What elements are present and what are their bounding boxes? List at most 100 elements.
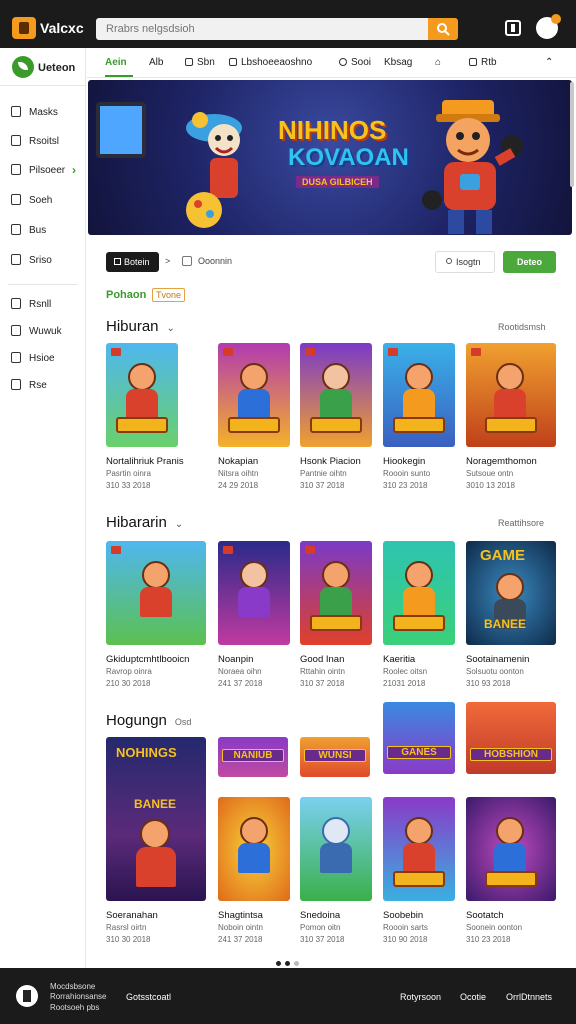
- app-title: Valcxc: [40, 20, 84, 36]
- sidebar-item-rse[interactable]: Rse: [0, 372, 86, 398]
- game-card-date: 21031 2018: [383, 679, 426, 688]
- game-thumbnail: [218, 343, 290, 447]
- flag-icon: [11, 352, 21, 363]
- sidebar-item-label: Soeh: [29, 195, 53, 206]
- game-card-title: Hiookegin: [383, 456, 426, 467]
- sidebar-item-soeh[interactable]: Soeh: [0, 187, 86, 213]
- tab-rtb-label: Rtb: [481, 57, 497, 68]
- game-thumbnail: [300, 541, 372, 645]
- hero-title-line1: NIHINOS: [278, 115, 387, 145]
- game-card-title: Shagtintsa: [218, 910, 263, 921]
- game-card-date: 241 37 2018: [218, 935, 263, 944]
- game-card-date: 310 37 2018: [300, 481, 345, 490]
- tab-aein[interactable]: Aein: [105, 57, 127, 68]
- section-title-1-label: Hiburan: [106, 318, 159, 335]
- home-icon: [11, 106, 21, 117]
- game-card-subtitle: Solsuotu oonton: [466, 667, 524, 676]
- footer-link[interactable]: OrrlDtnnets: [506, 992, 552, 1002]
- sidebar-item-label: Hsioe: [29, 353, 55, 364]
- sidebar-item-label: Rsoitsl: [29, 136, 60, 147]
- game-card-subtitle: Sutsoue ontn: [466, 469, 514, 478]
- tab-lbshoeeaoshno[interactable]: Lbshoeeaoshno: [229, 57, 312, 68]
- promo-banner[interactable]: NANIUB: [218, 737, 288, 777]
- section-title-2[interactable]: Hibararin ⌄: [106, 514, 183, 531]
- game-card-date: 3010 13 2018: [466, 481, 515, 490]
- sidebar-item-label: Rsnll: [29, 299, 52, 310]
- promo-banner[interactable]: HOBSHION: [466, 702, 556, 774]
- sidebar-item-pilsoeer[interactable]: Pilsoeer ›: [0, 157, 86, 183]
- popular-tag[interactable]: Tvone: [152, 288, 186, 302]
- search-button[interactable]: [428, 18, 458, 40]
- sidebar-item-label: Rse: [29, 380, 47, 391]
- promo-banner[interactable]: GANES: [383, 702, 455, 774]
- breadcrumb-separator: >: [165, 256, 171, 266]
- sort-button-label: Isogtn: [456, 257, 481, 267]
- featured-game-title-mid: BANEE: [134, 797, 177, 811]
- game-card-title: Nortalihriuk Pranis: [106, 456, 184, 467]
- game-card-date: 310 90 2018: [383, 935, 428, 944]
- sidebar-item-sriso[interactable]: Sriso: [0, 247, 86, 273]
- tab-kbsag[interactable]: Kbsag: [384, 57, 412, 68]
- game-card-subtitle: Roooin sarts: [383, 923, 428, 932]
- tv-screen-illustration: [96, 102, 146, 158]
- game-card-subtitle: Rasrsl oirtn: [106, 923, 147, 932]
- upload-icon[interactable]: [505, 20, 521, 36]
- section-1-see-all-link[interactable]: Rootidsmsh: [498, 322, 546, 332]
- tab-sooi-label: Sooi: [351, 57, 372, 68]
- footer-line-2: Rorrahionsanse: [50, 992, 107, 1001]
- footer: Mocdsbsone Rorrahionsanse Rootsoeh pbs G…: [0, 968, 576, 1024]
- game-thumbnail: [300, 343, 372, 447]
- footer-line-1: Mocdsbsone: [50, 982, 96, 991]
- sort-button[interactable]: Isogtn: [435, 251, 495, 273]
- app-logo-icon[interactable]: [12, 17, 36, 39]
- bell-icon: [11, 135, 21, 146]
- tab-alb[interactable]: Alb: [149, 57, 163, 68]
- game-thumbnail: [106, 343, 178, 447]
- top-bar: Valcxc: [0, 0, 576, 48]
- compass-icon: [11, 164, 21, 175]
- sidebar-item-rsoitsl[interactable]: Rsoitsl: [0, 128, 86, 154]
- primary-action-button[interactable]: Deteo: [503, 251, 556, 273]
- sidebar-item-label: Masks: [29, 107, 58, 118]
- filter-checkbox[interactable]: [182, 256, 192, 266]
- game-card-subtitle: Soonein oonton: [466, 923, 523, 932]
- tab-sbn-label: Sbn: [197, 57, 215, 68]
- footer-logo-icon[interactable]: [16, 985, 38, 1007]
- game-card-title: Good Inan: [300, 654, 345, 665]
- sidebar-item-hsioe[interactable]: Hsioe: [0, 345, 86, 371]
- game-thumbnail: [218, 541, 290, 645]
- game-thumbnail: [106, 541, 206, 645]
- section-title-3[interactable]: Hogungn Osd: [106, 712, 191, 729]
- sidebar-item-masks[interactable]: Masks: [0, 99, 86, 125]
- sort-icon: [446, 258, 452, 264]
- thumb-icon: [11, 325, 21, 336]
- chevron-down-icon: ⌄: [174, 519, 184, 530]
- sidebar-item-wuwuk[interactable]: Wuwuk: [0, 318, 86, 344]
- tab-sbn[interactable]: Sbn: [185, 57, 215, 68]
- footer-link[interactable]: Rotyrsoon: [400, 992, 441, 1002]
- featured-game-card[interactable]: NOHINGS BANEE: [106, 737, 206, 901]
- sidebar-divider: [8, 284, 78, 285]
- globe-icon: [339, 58, 347, 66]
- game-card-date: 241 37 2018: [218, 679, 263, 688]
- game-card-date: 310 23 2018: [466, 935, 511, 944]
- location-icon[interactable]: ⌂: [435, 57, 441, 68]
- search-input[interactable]: [96, 18, 428, 40]
- chevron-up-icon[interactable]: ⌃: [545, 57, 553, 68]
- sidebar-item-rsnll[interactable]: Rsnll: [0, 291, 86, 317]
- sidebar-brand[interactable]: Ueteon: [0, 48, 86, 86]
- filter-button[interactable]: Botein: [106, 252, 159, 272]
- tab-sooi[interactable]: Sooi: [339, 57, 371, 68]
- section-title-1[interactable]: Hiburan ⌄: [106, 318, 175, 335]
- promo-banner[interactable]: WUNSI: [300, 737, 370, 777]
- game-card-subtitle: Rttahin ointn: [300, 667, 345, 676]
- hero-title-line2: KOVAOAN: [288, 144, 409, 171]
- game-card-title: Kaeritia: [383, 654, 416, 665]
- hero-banner[interactable]: NIHINOS KOVAOAN DUSA GILBICEH: [88, 80, 572, 235]
- sidebar-item-bus[interactable]: Bus: [0, 217, 86, 243]
- footer-link[interactable]: Ocotie: [460, 992, 486, 1002]
- section-2-see-all-link[interactable]: Reattihsore: [498, 518, 544, 528]
- tab-rtb[interactable]: Rtb: [469, 57, 497, 68]
- help-icon: [11, 379, 21, 390]
- scrollbar[interactable]: [570, 82, 574, 187]
